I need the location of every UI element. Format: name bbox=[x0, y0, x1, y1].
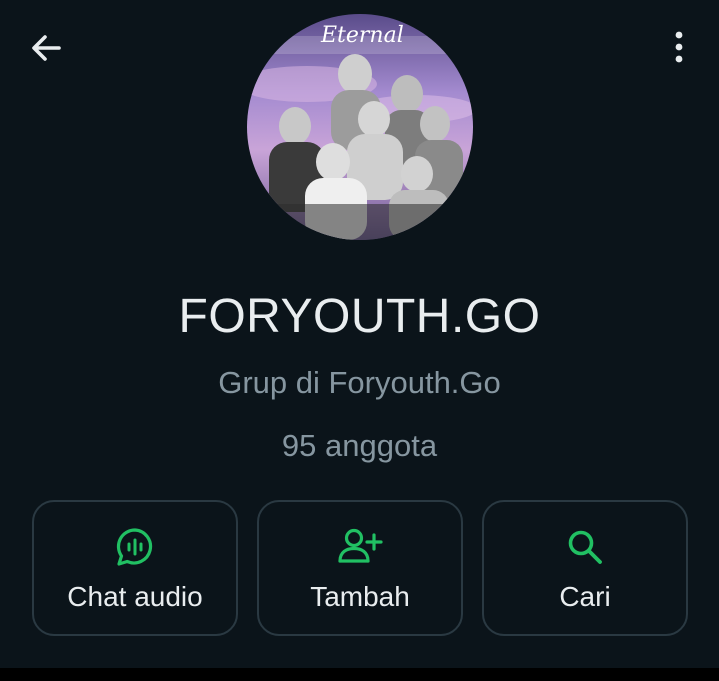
arrow-left-icon bbox=[32, 35, 61, 61]
audio-chat-button[interactable]: Chat audio bbox=[32, 500, 238, 636]
more-vertical-icon bbox=[675, 31, 683, 63]
add-member-label: Tambah bbox=[310, 581, 410, 612]
add-person-icon bbox=[338, 528, 383, 563]
search-button[interactable]: Cari bbox=[482, 500, 688, 636]
group-avatar[interactable]: Eternal bbox=[247, 14, 473, 240]
member-count[interactable]: 95 anggota bbox=[0, 427, 719, 465]
audio-chat-label: Chat audio bbox=[67, 581, 203, 612]
group-info-screen: Eternal FORYOUTH.GO Grup di Foryouth.Go … bbox=[0, 0, 719, 668]
add-member-button[interactable]: Tambah bbox=[257, 500, 463, 636]
more-options-button[interactable] bbox=[660, 26, 698, 68]
search-icon bbox=[568, 530, 602, 564]
group-subtitle: Grup di Foryouth.Go bbox=[218, 365, 501, 400]
navigation-bar bbox=[0, 668, 719, 681]
search-label: Cari bbox=[559, 581, 611, 612]
back-button[interactable] bbox=[24, 28, 68, 68]
audio-chat-icon bbox=[116, 528, 153, 566]
group-name: FORYOUTH.GO bbox=[178, 290, 541, 343]
avatar-overlay-text: Eternal bbox=[320, 23, 404, 48]
